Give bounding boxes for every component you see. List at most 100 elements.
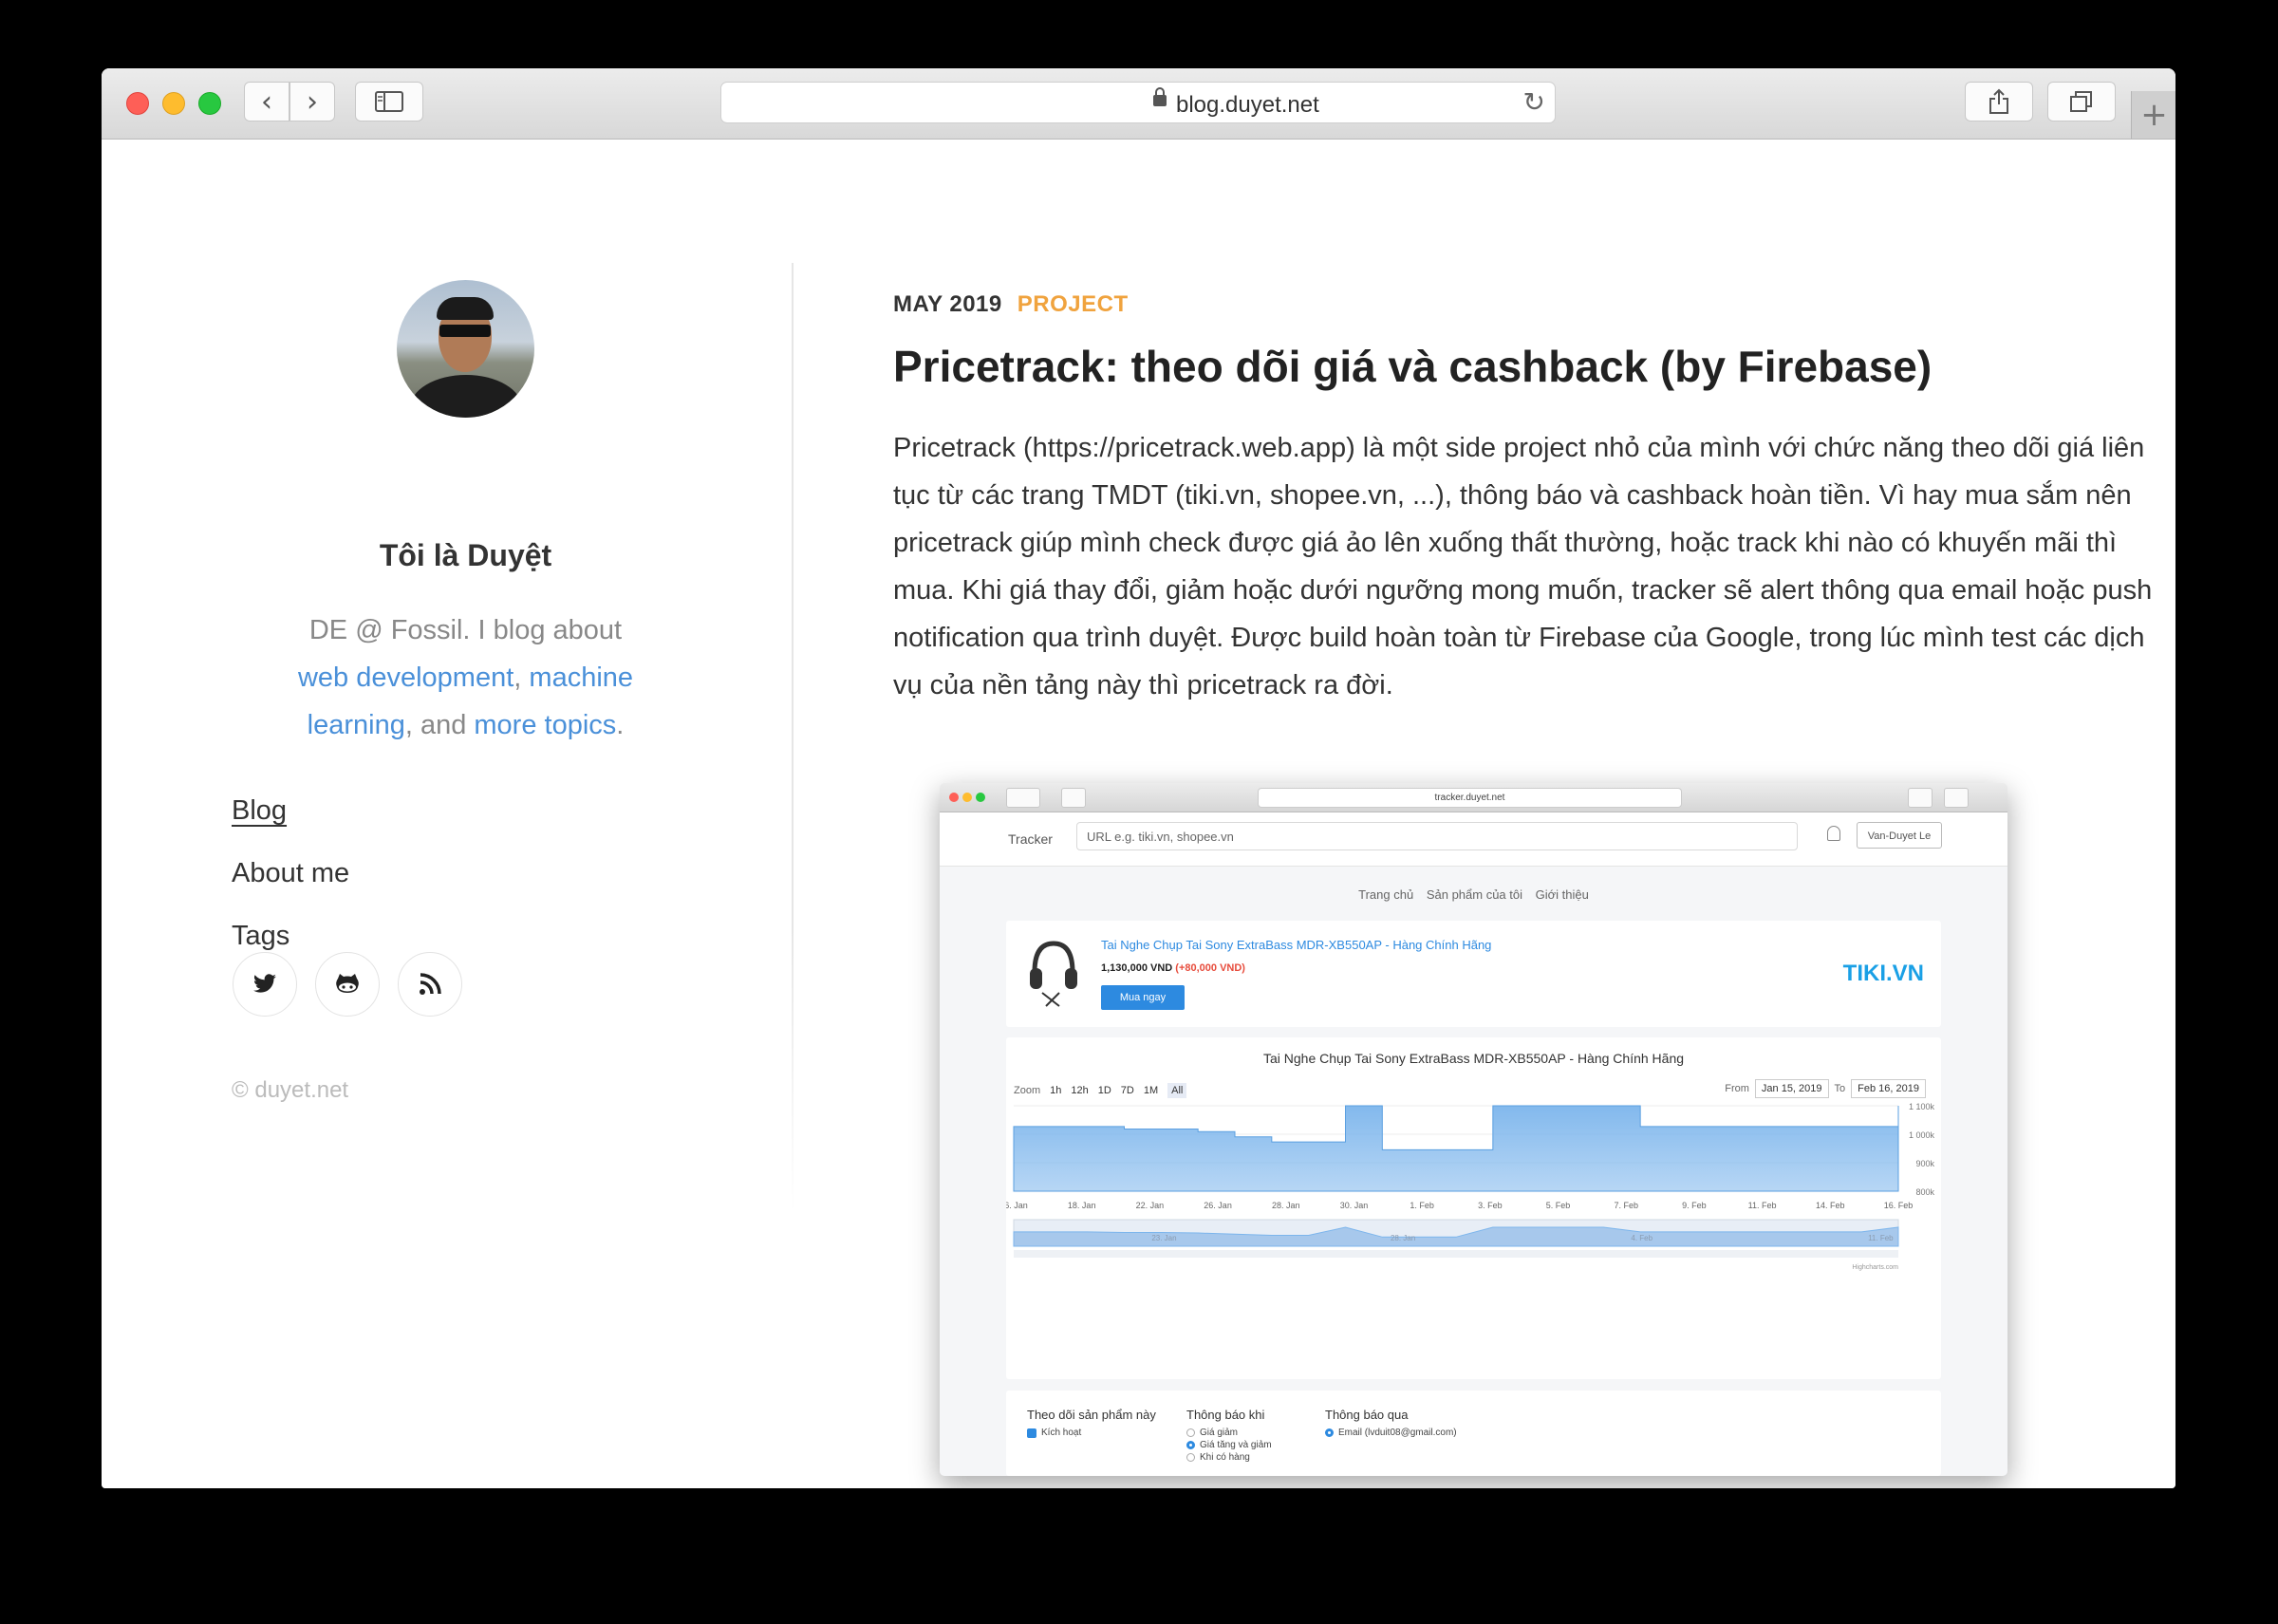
post-screenshot[interactable]: tracker.duyet.net Tracker URL e.g. tiki.… [940, 783, 2007, 1476]
tracker-brand: Tracker [1008, 831, 1053, 847]
reload-icon[interactable]: ↻ [1523, 86, 1545, 118]
rss-button[interactable] [398, 952, 462, 1017]
tab-overview-button[interactable] [2047, 82, 2116, 121]
tracker-nav-about: Giới thiệu [1535, 887, 1589, 902]
forward-button[interactable]: › [289, 82, 335, 121]
avatar [397, 280, 534, 418]
tracker-product-name: Tai Nghe Chụp Tai Sony ExtraBass MDR-XB5… [1101, 938, 1492, 952]
form-option: Khi có hàng [1186, 1452, 1272, 1463]
web-development-link[interactable]: web development [298, 663, 513, 693]
y-tick-label: 1 100k [1909, 1102, 1935, 1111]
zoom-1m: 1M [1143, 1085, 1159, 1096]
post-title[interactable]: Pricetrack: theo dõi giá và cashback (by… [893, 341, 1932, 392]
sidebar-toggle-button[interactable] [355, 82, 423, 121]
form-option: Giá giảm [1186, 1428, 1272, 1438]
post-category-link[interactable]: PROJECT [1018, 291, 1129, 317]
x-tick-label: 28. Jan [1272, 1201, 1300, 1210]
bio-separator: , and [404, 710, 475, 740]
screenshot-minimize-dot [962, 793, 972, 802]
price-history-chart: 1 100k 1 000k 900k 800k 16. Jan 18. Jan 22. Ja… [1006, 1102, 1935, 1271]
x-tick-label: 7. Feb [1614, 1201, 1638, 1210]
twitter-button[interactable] [233, 952, 297, 1017]
tracker-nav-home: Trang chủ [1358, 887, 1414, 902]
tracker-chart-card: Tai Nghe Chụp Tai Sony ExtraBass MDR-XB5… [1006, 1037, 1941, 1379]
tracker-settings-form: Theo dõi sản phẩm này Kích hoạt Thông bá… [1006, 1391, 1941, 1476]
x-tick-label: 30. Jan [1340, 1201, 1369, 1210]
form-option: Giá tăng và giảm [1186, 1440, 1272, 1450]
x-tick-label: 18. Jan [1068, 1201, 1096, 1210]
form-via-title: Thông báo qua [1325, 1408, 1409, 1422]
chevron-left-icon: ‹ [261, 84, 272, 119]
rss-icon [420, 973, 441, 995]
screenshot-sidebar-button [1061, 788, 1086, 808]
bio-separator: , [513, 663, 530, 693]
sidebar-icon [375, 91, 403, 112]
copyright: © duyet.net [232, 1077, 349, 1103]
navigator-label: 23. Jan [1151, 1234, 1176, 1242]
chart-zoom-label: Zoom [1014, 1085, 1041, 1096]
tracker-user-button: Van-Duyet Le [1857, 822, 1942, 849]
close-window-button[interactable] [126, 92, 149, 115]
headphones-image [1030, 941, 1077, 1007]
tracker-nav-my-products: Sản phẩm của tôi [1426, 887, 1523, 902]
post-meta: MAY 2019 PROJECT [893, 291, 1129, 318]
more-topics-link[interactable]: more topics [474, 710, 616, 740]
share-button[interactable] [1965, 82, 2033, 121]
form-track-title: Theo dõi sản phẩm này [1027, 1408, 1156, 1422]
x-tick-label: 16. Feb [1884, 1201, 1914, 1210]
tracker-price-value: 1,130,000 VND [1101, 962, 1173, 974]
radio-icon [1325, 1428, 1334, 1437]
new-tab-button[interactable]: + [2131, 91, 2175, 139]
author-bio: DE @ Fossil. I blog about web developmen… [291, 607, 640, 749]
screenshot-nav-buttons [1006, 788, 1040, 808]
form-option-label: Giá giảm [1200, 1428, 1239, 1438]
chart-date-range: From Jan 15, 2019 To Feb 16, 2019 [1725, 1079, 1932, 1098]
chart-credit: Highcharts.com [1852, 1264, 1898, 1271]
screenshot-titlebar: tracker.duyet.net [940, 783, 2007, 812]
back-button[interactable]: ‹ [244, 82, 289, 121]
sidebar-nav: Blog About me Tags [232, 794, 349, 982]
nav-about-link[interactable]: About me [232, 857, 349, 889]
bio-suffix: . [616, 710, 625, 740]
tracker-subnav: Trang chủ Sản phẩm của tôi Giới thiệu [940, 887, 2007, 902]
nav-tags-link[interactable]: Tags [232, 920, 349, 952]
form-option-label: Khi có hàng [1200, 1452, 1250, 1463]
y-tick-label: 1 000k [1909, 1130, 1935, 1140]
x-tick-label: 16. Jan [1006, 1201, 1028, 1210]
x-tick-label: 11. Feb [1748, 1201, 1777, 1210]
tracker-search-input: URL e.g. tiki.vn, shopee.vn [1076, 822, 1798, 850]
navigator-label: 28. Jan [1391, 1234, 1415, 1242]
x-tick-label: 3. Feb [1478, 1201, 1503, 1210]
chart-to-date: Feb 16, 2019 [1851, 1079, 1926, 1098]
maximize-window-button[interactable] [198, 92, 221, 115]
form-option-label: Email (lvduit08@gmail.com) [1338, 1428, 1457, 1438]
browser-titlebar: ‹ › blog.duyet.net ↻ + [102, 68, 2175, 140]
screenshot-close-dot [949, 793, 959, 802]
twitter-icon [253, 974, 276, 993]
x-tick-label: 22. Jan [1136, 1201, 1165, 1210]
form-col-notify-when: Thông báo khi Giá giảm Giá tăng và giảm … [1186, 1408, 1272, 1463]
radio-icon [1186, 1441, 1195, 1449]
form-notify-title: Thông báo khi [1186, 1408, 1265, 1422]
browser-window: ‹ › blog.duyet.net ↻ + Tôi là Duyệt DE @… [102, 68, 2175, 1488]
post-date: MAY 2019 [893, 291, 1002, 317]
form-activate-label: Kích hoạt [1041, 1428, 1082, 1438]
x-tick-label: 26. Jan [1204, 1201, 1232, 1210]
tracker-buy-button: Mua ngay [1101, 985, 1185, 1010]
tracker-product-card: Tai Nghe Chụp Tai Sony ExtraBass MDR-XB5… [1006, 921, 1941, 1027]
chart-to-label: To [1834, 1083, 1846, 1094]
radio-icon [1186, 1428, 1195, 1437]
nav-blog-link[interactable]: Blog [232, 794, 349, 827]
sidebar-divider [792, 263, 794, 1212]
github-button[interactable] [315, 952, 380, 1017]
form-activate-option: Kích hoạt [1027, 1428, 1156, 1438]
checkbox-icon [1027, 1428, 1036, 1438]
form-col-notify-via: Thông báo qua Email (lvduit08@gmail.com) [1325, 1408, 1457, 1438]
zoom-1h: 1h [1050, 1085, 1062, 1096]
radio-icon [1186, 1453, 1195, 1462]
tiki-logo: TIKI.VN [1842, 961, 1924, 986]
y-tick-label: 800k [1915, 1187, 1934, 1197]
chevron-right-icon: › [307, 84, 318, 119]
address-bar[interactable]: blog.duyet.net ↻ [720, 82, 1556, 123]
minimize-window-button[interactable] [162, 92, 185, 115]
